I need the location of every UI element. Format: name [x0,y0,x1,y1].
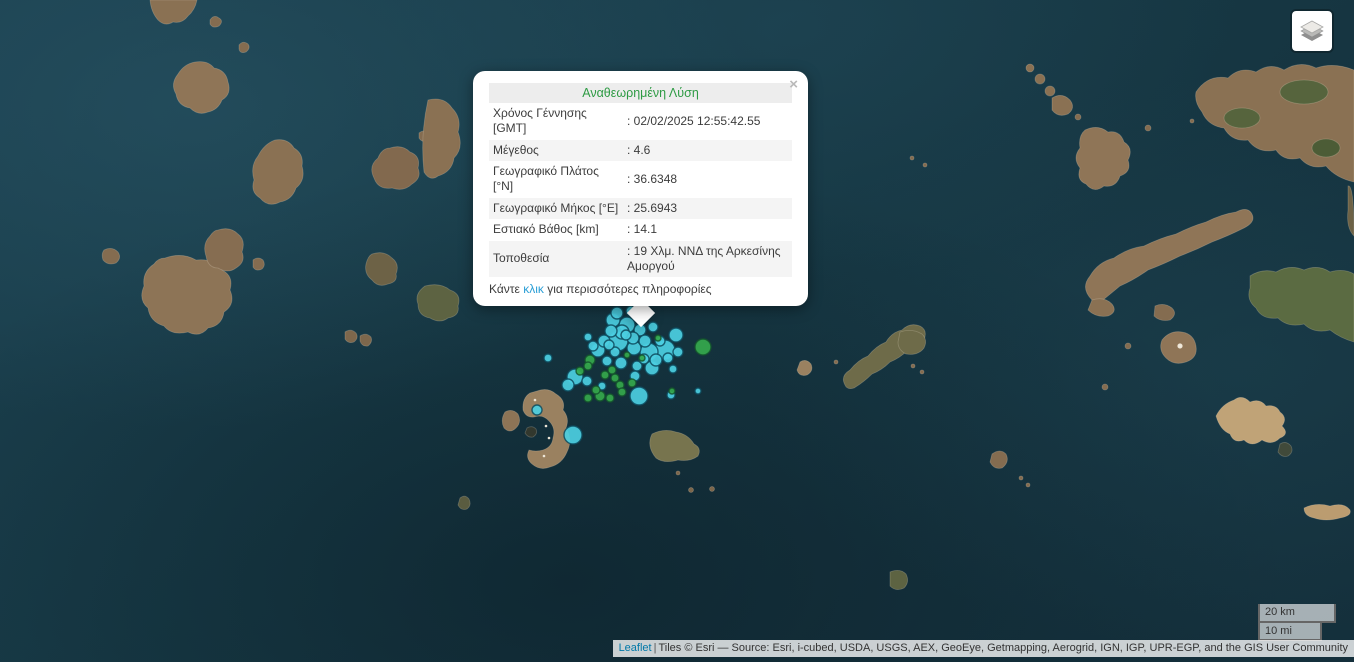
earthquake-marker[interactable] [630,387,648,405]
earthquake-marker[interactable] [639,355,645,361]
map-canvas[interactable]: × Αναθεωρημένη Λύση Χρόνος Γέννησης [GMT… [0,0,1354,662]
row-label-latitude: Γεωγραφικό Πλάτος [°N] [489,161,623,198]
footer-prefix: Κάντε [489,282,523,296]
row-label-origin-time: Χρόνος Γέννησης [GMT] [489,103,623,140]
row-value-depth: : 14.1 [623,219,792,240]
earthquake-marker[interactable] [582,376,592,386]
earthquake-info-table: Αναθεωρημένη Λύση Χρόνος Γέννησης [GMT] … [489,83,792,277]
popup-close-icon[interactable]: × [789,78,798,92]
earthquake-marker[interactable] [669,328,683,342]
row-label-magnitude: Μέγεθος [489,140,623,161]
earthquake-marker[interactable] [562,379,574,391]
earthquake-marker[interactable] [650,354,662,366]
scale-mi: 10 mi [1258,623,1322,642]
attribution-text: Tiles © Esri — Source: Esri, i-cubed, US… [658,642,1348,654]
earthquake-marker[interactable] [639,335,651,347]
row-label-depth: Εστιακό Βάθος [km] [489,219,623,240]
row-label-location: Τοποθεσία [489,241,623,278]
row-value-origin-time: : 02/02/2025 12:55:42.55 [623,103,792,140]
popup-footer: Κάντε κλικ για περισσότερες πληροφορίες [489,282,792,296]
popup-title: Αναθεωρημένη Λύση [489,83,792,103]
earthquake-marker[interactable] [621,330,631,340]
earthquake-marker[interactable] [673,347,683,357]
earthquake-marker[interactable] [564,426,582,444]
earthquake-marker[interactable] [584,394,592,402]
earthquake-marker[interactable] [648,322,658,332]
footer-suffix: για περισσότερες πληροφορίες [544,282,712,296]
row-value-magnitude: : 4.6 [623,140,792,161]
earthquake-marker[interactable] [604,340,614,350]
row-value-latitude: : 36.6348 [623,161,792,198]
earthquake-popup: × Αναθεωρημένη Λύση Χρόνος Γέννησης [GMT… [473,71,808,306]
more-info-link[interactable]: κλικ [523,282,544,296]
earthquake-marker[interactable] [544,354,552,362]
earthquake-marker[interactable] [605,325,617,337]
earthquake-marker[interactable] [615,357,627,369]
attribution-bar: Leaflet|Tiles © Esri — Source: Esri, i-c… [613,640,1354,657]
earthquake-marker[interactable] [628,379,636,387]
earthquake-marker[interactable] [602,356,612,366]
earthquake-marker[interactable] [618,388,626,396]
row-value-longitude: : 25.6943 [623,198,792,219]
earthquake-marker[interactable] [608,366,616,374]
earthquake-marker[interactable] [584,362,592,370]
layers-control-button[interactable] [1290,9,1334,53]
earthquake-marker[interactable] [584,333,592,341]
earthquake-marker[interactable] [669,388,675,394]
earthquake-marker[interactable] [695,388,701,394]
earthquake-marker[interactable] [601,371,609,379]
scale-km: 20 km [1258,604,1336,623]
earthquake-marker[interactable] [655,335,661,341]
earthquake-marker[interactable] [606,394,614,402]
earthquake-marker[interactable] [624,352,630,358]
layers-stack-icon [1299,18,1325,44]
earthquake-marker[interactable] [695,339,711,355]
earthquake-marker[interactable] [663,353,673,363]
earthquake-marker[interactable] [611,374,619,382]
earthquake-marker[interactable] [592,386,600,394]
row-label-longitude: Γεωγραφικό Μήκος [°E] [489,198,623,219]
row-value-location: : 19 Χλμ. ΝΝΔ της Αρκεσίνης Αμοργού [623,241,792,278]
earthquake-marker[interactable] [669,365,677,373]
earthquake-marker[interactable] [532,405,542,415]
earthquake-marker[interactable] [576,367,584,375]
earthquake-marker[interactable] [611,307,623,319]
earthquake-marker[interactable] [588,341,598,351]
leaflet-link[interactable]: Leaflet [619,642,652,654]
popup-content: Αναθεωρημένη Λύση Χρόνος Γέννησης [GMT] … [473,71,808,306]
scale-control: 20 km 10 mi [1258,604,1336,641]
